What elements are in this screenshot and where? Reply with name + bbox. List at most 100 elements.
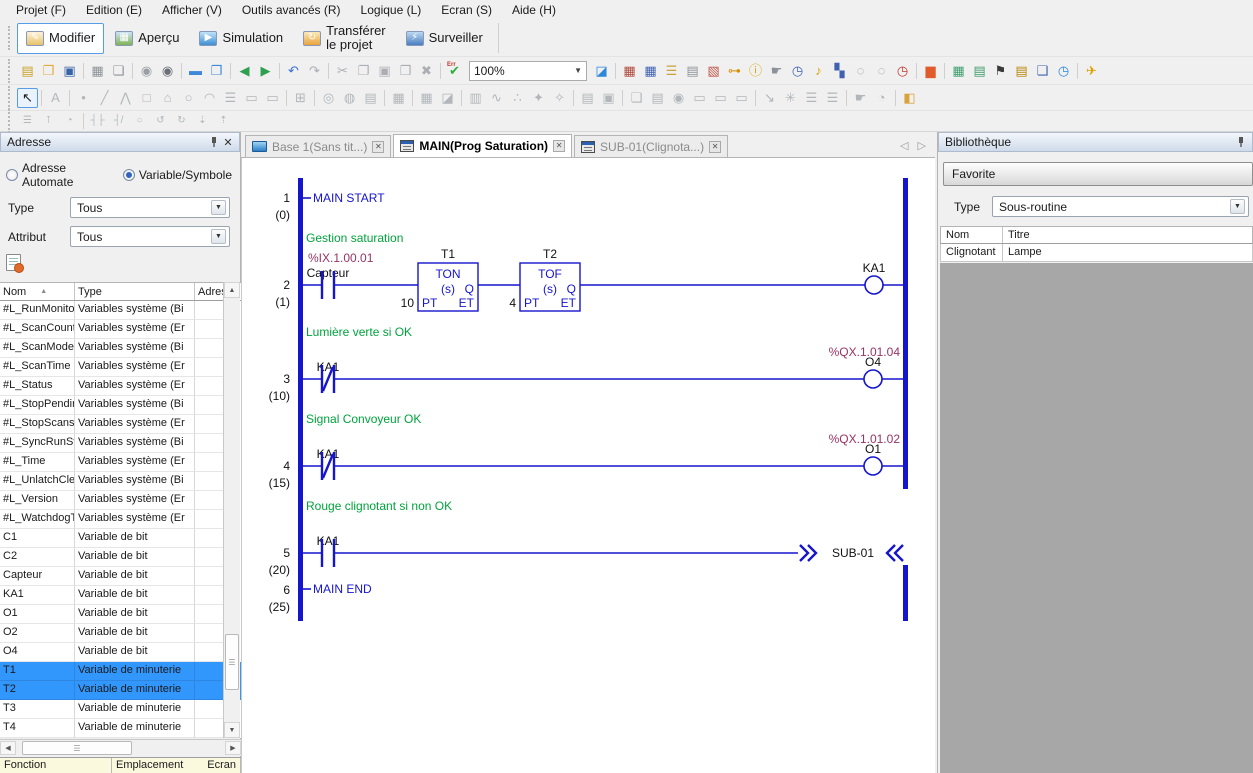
memo-tool-icon[interactable]: ▤ xyxy=(360,88,381,108)
tab-base1[interactable]: Base 1(Sans tit...) ✕ xyxy=(245,135,391,157)
tab-sub01[interactable]: SUB-01(Clignota...) ✕ xyxy=(574,135,728,157)
toolbar-grip[interactable] xyxy=(8,26,12,50)
overlap-icon[interactable]: ❏ xyxy=(626,88,647,108)
hand-icon[interactable]: ☛ xyxy=(850,88,871,108)
delete-icon[interactable]: ✖ xyxy=(416,61,437,81)
tab-main[interactable]: MAIN(Prog Saturation) ✕ xyxy=(393,134,572,157)
save-icon[interactable]: ▣ xyxy=(59,61,80,81)
next-screen-icon[interactable]: ▶ xyxy=(255,61,276,81)
line-graph-icon[interactable]: ∿ xyxy=(486,88,507,108)
clock-screen-icon[interactable]: ◷ xyxy=(1053,61,1074,81)
variable-row[interactable]: T4 Variable de minuterie xyxy=(0,719,241,738)
bell-icon[interactable]: ◔ xyxy=(871,88,892,108)
print-icon[interactable]: ▦ xyxy=(87,61,108,81)
tab-nav-arrows[interactable]: ◁ ▷ xyxy=(900,139,929,152)
ellipse-tool-icon[interactable]: ○ xyxy=(178,88,199,108)
stamp-icon[interactable]: ◉ xyxy=(136,61,157,81)
variable-row[interactable]: T3 Variable de minuterie xyxy=(0,700,241,719)
pin-icon[interactable] xyxy=(1234,135,1248,149)
device-read-icon[interactable]: ▦ xyxy=(619,61,640,81)
library-row[interactable]: Clignotant Lampe xyxy=(940,244,1253,262)
screen-link-icon[interactable]: ▭ xyxy=(262,88,283,108)
display-screen-icon[interactable]: ▆ xyxy=(920,61,941,81)
menu-item[interactable]: Edition (E) xyxy=(76,1,152,20)
screen-in-icon[interactable]: ↘ xyxy=(759,88,780,108)
paste-special-icon[interactable]: ❒ xyxy=(395,61,416,81)
scroll-down-arrow[interactable]: ▼ xyxy=(224,722,240,738)
grid-tool-icon[interactable]: ▦ xyxy=(416,88,437,108)
variable-row[interactable]: C1 Variable de bit xyxy=(0,529,241,548)
modifier-button[interactable]: ✎ Modifier xyxy=(17,23,104,54)
favorite-group[interactable]: Favorite xyxy=(943,162,1253,186)
block-icon[interactable]: ⊺ xyxy=(38,111,59,131)
variables-horizontal-scrollbar[interactable]: ◀ ☰ ▶ xyxy=(0,739,241,756)
rung-icon[interactable]: ☰ xyxy=(17,111,38,131)
variable-row[interactable]: O1 Variable de bit xyxy=(0,605,241,624)
tab-close-icon[interactable]: ✕ xyxy=(709,141,721,153)
variable-row[interactable]: #L_ScanModeS Variables système (Bi xyxy=(0,339,241,358)
menu-item[interactable]: Logique (L) xyxy=(351,1,432,20)
camera-icon[interactable]: ◉ xyxy=(668,88,689,108)
undo-icon[interactable]: ↶ xyxy=(283,61,304,81)
contact-nc-icon[interactable]: ┤/ xyxy=(108,111,129,131)
menu-item[interactable]: Outils avancés (R) xyxy=(232,1,351,20)
security-key-icon[interactable]: ⊶ xyxy=(724,61,745,81)
coil-o1[interactable]: O1 xyxy=(864,442,882,475)
simulation-tool-icon[interactable]: ☛ xyxy=(766,61,787,81)
book-icon[interactable]: ▤ xyxy=(577,88,598,108)
rung-3[interactable]: Lumière verte si OK %QX.1.01.04 KA1 O4 xyxy=(303,325,903,393)
edit-list-icon[interactable]: ▤ xyxy=(969,61,990,81)
rung-numbers[interactable]: 1 (0) 2 (1) 3 (10) 4 (15) 5 (20) 6 (25) xyxy=(269,191,291,614)
fit-window-icon[interactable]: ◪ xyxy=(591,61,612,81)
toolbar-grip[interactable] xyxy=(8,86,12,110)
dot-tool-icon[interactable]: • xyxy=(73,88,94,108)
toolbar-grip[interactable] xyxy=(8,59,12,83)
polyline-tool-icon[interactable]: ⋀ xyxy=(115,88,136,108)
variable-document-icon[interactable] xyxy=(6,254,21,271)
coil-o4[interactable]: O4 xyxy=(864,355,882,388)
device-write-icon[interactable]: ▦ xyxy=(640,61,661,81)
lamp-tool-icon[interactable]: ◎ xyxy=(318,88,339,108)
bar-graph-icon[interactable]: ▥ xyxy=(465,88,486,108)
alarm-clock-icon[interactable]: ◷ xyxy=(892,61,913,81)
variable-row[interactable]: KA1 Variable de bit xyxy=(0,586,241,605)
menu-item[interactable]: Projet (F) xyxy=(6,1,76,20)
screen-manager-icon[interactable]: ▦ xyxy=(948,61,969,81)
variable-row[interactable]: O2 Variable de bit xyxy=(0,624,241,643)
coil-icon[interactable]: ○ xyxy=(129,111,150,131)
variable-row[interactable]: #L_Time Variables système (Er xyxy=(0,453,241,472)
close-icon[interactable]: ✕ xyxy=(221,135,235,149)
variable-row[interactable]: #L_WatchdogT Variables système (Er xyxy=(0,510,241,529)
monitor-edit-icon[interactable]: ▭ xyxy=(689,88,710,108)
select-tool-icon[interactable]: ↖ xyxy=(17,88,38,108)
rung-5[interactable]: Rouge clignotant si non OK KA1 SUB-01 xyxy=(303,499,903,567)
coil-ka1[interactable]: KA1 xyxy=(863,261,886,294)
scrollbar-thumb[interactable]: ☰ xyxy=(22,741,132,755)
asterisk-box-icon[interactable]: ✳ xyxy=(780,88,801,108)
jump-up-icon[interactable]: ⇡ xyxy=(213,111,234,131)
screen-call-icon[interactable]: ▭ xyxy=(241,88,262,108)
line-tool-icon[interactable]: ╱ xyxy=(94,88,115,108)
variable-row[interactable]: Capteur Variable de bit xyxy=(0,567,241,586)
date-tool-icon[interactable]: ▦ xyxy=(388,88,409,108)
contact-no-icon[interactable]: ┤├ xyxy=(87,111,108,131)
timer-block-ton[interactable]: T1 TON (s) Q PT ET 10 xyxy=(401,247,478,311)
variable-row[interactable]: #L_UnlatchCle Variables système (Bi xyxy=(0,472,241,491)
rung-main-end[interactable]: MAIN END xyxy=(303,582,372,596)
column-header-titre[interactable]: Titre xyxy=(1003,227,1252,243)
new-screen-icon[interactable]: ▬ xyxy=(185,61,206,81)
transfer-button[interactable]: ↻ Transférer le projet xyxy=(294,23,394,54)
film-icon[interactable]: ▤ xyxy=(647,88,668,108)
compass-icon[interactable]: ✦ xyxy=(528,88,549,108)
tab-close-icon[interactable]: ✕ xyxy=(553,140,565,152)
redo-icon[interactable]: ↷ xyxy=(304,61,325,81)
rung-4[interactable]: Signal Convoyeur OK %QX.1.01.02 KA1 O1 xyxy=(303,412,903,480)
scroll-right-arrow[interactable]: ▶ xyxy=(225,741,241,755)
coil-reset-icon[interactable]: ↻ xyxy=(171,111,192,131)
polygon-tool-icon[interactable]: ⌂ xyxy=(157,88,178,108)
bulb-tool-icon[interactable]: ◍ xyxy=(339,88,360,108)
radio-adresse-automate[interactable] xyxy=(6,169,18,181)
scrollbar-thumb[interactable]: ☰ xyxy=(225,634,239,690)
letter-box-icon[interactable]: ▣ xyxy=(598,88,619,108)
menu-item[interactable]: Ecran (S) xyxy=(431,1,502,20)
